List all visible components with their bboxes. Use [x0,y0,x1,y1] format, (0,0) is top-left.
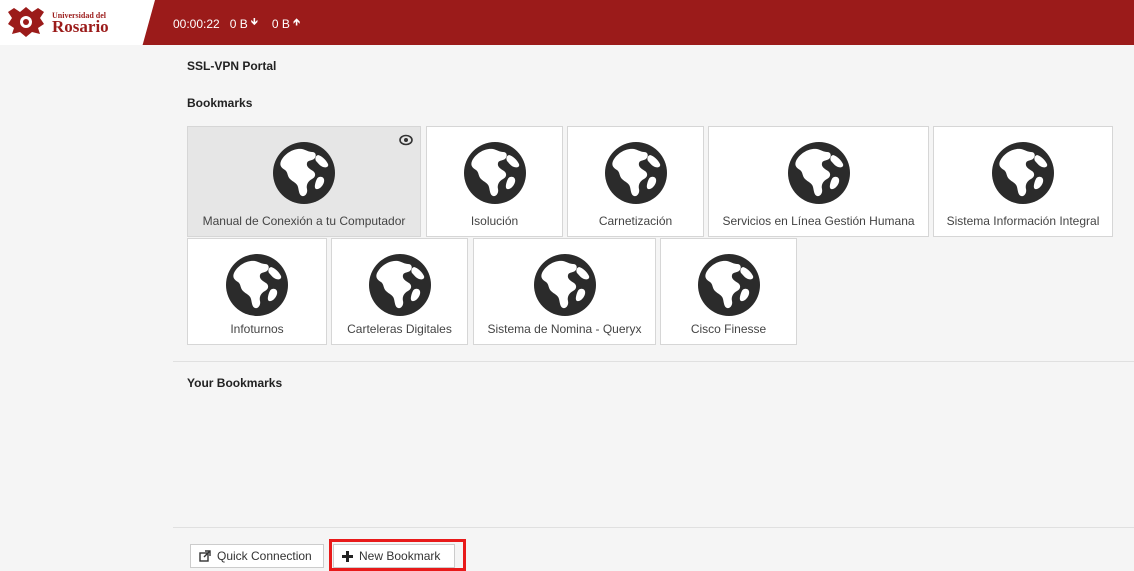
bookmark-tile[interactable]: Sistema Información Integral [933,126,1113,237]
bookmark-tile[interactable]: Infoturnos [187,238,327,345]
globe-icon [991,141,1055,205]
upload-stat: 0 B 🡹 [272,15,300,32]
download-stat: 0 B 🡻 [230,15,258,32]
bookmark-label: Servicios en Línea Gestión Humana [722,214,915,228]
footer-divider [173,527,1134,528]
eye-icon[interactable] [399,133,413,147]
elapsed-time: 00:00:22 [173,16,220,31]
bookmark-label: Infoturnos [230,322,284,336]
globe-icon [272,141,336,205]
globe-icon [533,253,597,317]
globe-icon [604,141,668,205]
bookmark-label: Carteleras Digitales [347,322,452,336]
highlight-box [329,539,466,571]
bookmark-tile[interactable]: Carnetización [567,126,704,237]
bookmark-label: Manual de Conexión a tu Computador [202,214,406,228]
globe-icon [463,141,527,205]
globe-icon [787,141,851,205]
section-divider [173,361,1134,362]
bookmark-tile[interactable]: Carteleras Digitales [331,238,468,345]
logo-big-text: Rosario [52,17,109,36]
bookmark-label: Cisco Finesse [690,322,767,336]
page-title: SSL-VPN Portal [187,59,277,73]
bookmark-label: Carnetización [598,214,673,228]
bookmark-tile[interactable]: Sistema de Nomina - Queryx [473,238,656,345]
bookmark-tile[interactable]: Servicios en Línea Gestión Humana [708,126,929,237]
bookmark-tile[interactable]: Isolución [426,126,563,237]
logo: Universidad del Rosario [0,0,155,45]
bookmarks-heading: Bookmarks [187,96,253,110]
external-link-icon [199,550,211,562]
globe-icon [368,253,432,317]
bookmark-tile[interactable]: Cisco Finesse [660,238,797,345]
quick-connection-label: Quick Connection [217,549,312,563]
bookmark-tile[interactable]: Manual de Conexión a tu Computador [187,126,421,237]
your-bookmarks-heading: Your Bookmarks [187,376,283,390]
session-stats: 00:00:22 0 B 🡻 0 B 🡹 [173,15,300,32]
bookmark-label: Sistema de Nomina - Queryx [487,322,642,336]
left-gutter [0,45,173,568]
crest-icon [8,7,44,37]
quick-connection-button[interactable]: Quick Connection [190,544,324,568]
arrow-down-icon: 🡻 [250,17,258,28]
bookmark-label: Sistema Información Integral [946,214,1100,228]
upload-value: 0 B [271,16,290,31]
bookmark-label: Isolución [470,214,519,228]
globe-icon [697,253,761,317]
globe-icon [225,253,289,317]
top-bar: Universidad del Rosario 00:00:22 0 B 🡻 0… [0,0,1134,45]
download-value: 0 B [229,16,248,31]
arrow-up-icon: 🡹 [292,17,301,28]
